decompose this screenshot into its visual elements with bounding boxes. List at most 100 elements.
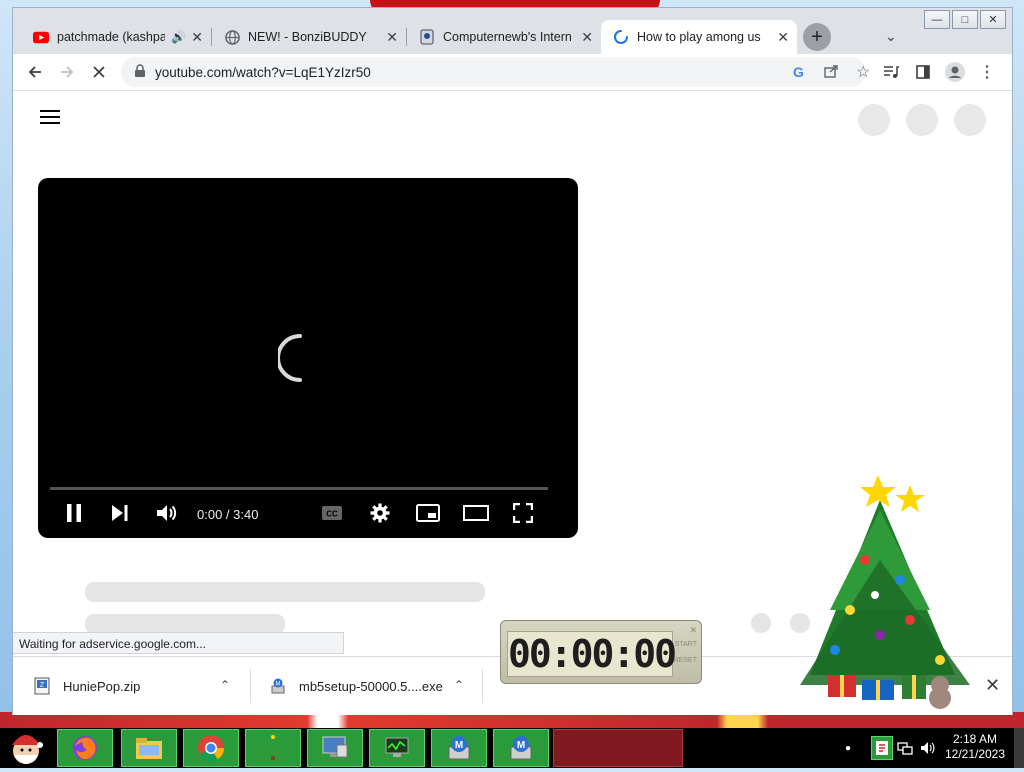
google-lens-icon[interactable]: G bbox=[793, 64, 804, 80]
download-item[interactable]: Z HuniePop.zip ⌃ bbox=[13, 657, 249, 715]
installer-file-icon: M bbox=[269, 677, 287, 695]
miniplayer-button[interactable] bbox=[415, 501, 441, 525]
start-button[interactable] bbox=[4, 729, 48, 767]
system-clock[interactable]: 2:18 AM 12/21/2023 bbox=[940, 732, 1010, 762]
url-text: youtube.com/watch?v=LqE1YzIzr50 bbox=[155, 65, 371, 80]
monitor-icon bbox=[385, 737, 409, 757]
tab-bonzibuddy[interactable]: NEW! - BonziBUDDY! ✕ bbox=[212, 20, 406, 54]
taskbar-file-explorer[interactable] bbox=[121, 729, 177, 767]
video-loading-spinner-icon bbox=[278, 334, 302, 382]
side-panel-icon[interactable] bbox=[911, 60, 935, 84]
settings-gear-icon[interactable] bbox=[368, 501, 392, 525]
taskbar-malwarebytes-setup[interactable]: M bbox=[493, 729, 549, 767]
tab-patchmade[interactable]: patchmade (kashpa 🔊 ✕ bbox=[21, 20, 211, 54]
stop-loading-button[interactable] bbox=[87, 60, 111, 84]
subtitle-skeleton bbox=[85, 614, 285, 634]
taskbar-task-manager[interactable] bbox=[369, 729, 425, 767]
svg-text:M: M bbox=[455, 740, 463, 751]
new-tab-button[interactable]: + bbox=[803, 23, 831, 51]
svg-text:M: M bbox=[517, 740, 525, 751]
tab-close-icon[interactable]: ✕ bbox=[191, 29, 203, 46]
tab-strip: — □ ✕ patchmade (kashpa 🔊 ✕ NEW! - Bonzi… bbox=[13, 8, 1012, 54]
computernewb-icon bbox=[419, 29, 435, 45]
taskbar-remote-desktop[interactable] bbox=[307, 729, 363, 767]
next-video-button[interactable] bbox=[110, 501, 130, 525]
title-skeleton bbox=[85, 582, 485, 602]
folder-icon bbox=[136, 738, 162, 759]
subtitles-button[interactable]: CC bbox=[320, 501, 344, 525]
bookmark-star-icon[interactable]: ☆ bbox=[856, 62, 870, 82]
christmas-tree-gadget bbox=[800, 475, 970, 709]
clock-time: 2:18 AM bbox=[952, 732, 998, 746]
stopwatch-gadget[interactable]: 00:00:00 ✕ START RESET bbox=[500, 620, 702, 684]
tab-title: patchmade (kashpa bbox=[57, 30, 165, 44]
tree-icon bbox=[263, 735, 283, 760]
guide-menu-icon[interactable] bbox=[40, 110, 60, 124]
download-filename: mb5setup-50000.5....exe bbox=[299, 678, 443, 694]
svg-text:CC: CC bbox=[326, 510, 338, 519]
chevron-up-icon[interactable]: ⌃ bbox=[454, 678, 464, 692]
tab-title: How to play among us f bbox=[637, 30, 763, 44]
window-controls: — □ ✕ bbox=[924, 10, 1006, 29]
network-icon[interactable] bbox=[897, 728, 913, 768]
tray-dot-icon[interactable]: ● bbox=[845, 728, 851, 768]
placeholder-circle bbox=[751, 613, 771, 633]
tab-computernewb[interactable]: Computernewb's Interne ✕ bbox=[407, 20, 601, 54]
taskbar-firefox[interactable] bbox=[57, 729, 113, 767]
tab-title: Computernewb's Interne bbox=[443, 30, 571, 44]
video-player[interactable]: 0:00 / 3:40 CC bbox=[38, 178, 578, 538]
status-bubble: Waiting for adservice.google.com... bbox=[13, 632, 344, 654]
tab-how-to-play[interactable]: How to play among us f ✕ bbox=[601, 20, 797, 54]
chevron-up-icon[interactable]: ⌃ bbox=[220, 678, 230, 692]
browser-toolbar: youtube.com/watch?v=LqE1YzIzr50 G ☆ ⋮ bbox=[13, 54, 1012, 91]
tab-title: NEW! - BonziBUDDY! bbox=[248, 30, 368, 44]
fullscreen-button[interactable] bbox=[511, 501, 535, 525]
tray-security-icon[interactable] bbox=[871, 736, 893, 760]
pause-button[interactable] bbox=[64, 501, 84, 525]
youtube-icon bbox=[33, 29, 49, 45]
computer-icon bbox=[322, 736, 348, 758]
back-button[interactable] bbox=[23, 60, 47, 84]
gadget-close-icon[interactable]: ✕ bbox=[689, 625, 697, 636]
theater-mode-button[interactable] bbox=[463, 501, 489, 525]
loading-spinner-icon bbox=[613, 29, 629, 45]
maximize-button[interactable]: □ bbox=[952, 10, 978, 29]
header-placeholder-circle bbox=[906, 104, 938, 136]
taskbar: M M ● 2:18 AM 12/21/2023 bbox=[0, 728, 1024, 768]
malwarebytes-icon: M bbox=[510, 736, 532, 760]
minimize-button[interactable]: — bbox=[924, 10, 950, 29]
show-desktop-button[interactable] bbox=[1014, 728, 1024, 768]
header-placeholder-circle bbox=[954, 104, 986, 136]
download-item[interactable]: M mb5setup-50000.5....exe ⌃ bbox=[249, 657, 481, 715]
video-time: 0:00 / 3:40 bbox=[197, 507, 259, 522]
stopwatch-reset-button[interactable]: RESET bbox=[674, 657, 697, 664]
share-icon[interactable] bbox=[823, 63, 839, 84]
video-progress-bar[interactable] bbox=[50, 487, 548, 490]
kebab-menu-icon[interactable]: ⋮ bbox=[975, 60, 999, 84]
tab-close-icon[interactable]: ✕ bbox=[581, 29, 593, 46]
firefox-icon bbox=[73, 736, 97, 760]
globe-icon bbox=[224, 29, 240, 45]
address-bar[interactable]: youtube.com/watch?v=LqE1YzIzr50 G ☆ bbox=[121, 57, 870, 87]
malwarebytes-icon: M bbox=[448, 736, 470, 760]
lock-icon[interactable] bbox=[134, 64, 146, 83]
media-controls-icon[interactable] bbox=[879, 60, 903, 84]
stopwatch-start-button[interactable]: START bbox=[675, 641, 697, 648]
tab-close-icon[interactable]: ✕ bbox=[386, 29, 398, 46]
close-window-button[interactable]: ✕ bbox=[980, 10, 1006, 29]
svg-text:M: M bbox=[276, 682, 281, 688]
download-filename: HuniePop.zip bbox=[63, 678, 141, 694]
volume-tray-icon[interactable] bbox=[920, 728, 936, 768]
taskbar-christmas-tree[interactable] bbox=[245, 729, 301, 767]
taskbar-chrome[interactable] bbox=[183, 729, 239, 767]
audio-playing-icon[interactable]: 🔊 bbox=[171, 30, 186, 44]
tab-search-chevron-icon[interactable]: ⌄ bbox=[885, 28, 897, 45]
taskbar-empty-slot[interactable] bbox=[553, 729, 683, 767]
forward-button[interactable] bbox=[55, 60, 79, 84]
taskbar-malwarebytes-installer[interactable]: M bbox=[431, 729, 487, 767]
tab-close-icon[interactable]: ✕ bbox=[777, 29, 789, 46]
svg-text:Z: Z bbox=[40, 682, 45, 689]
chrome-icon bbox=[198, 735, 225, 762]
volume-button[interactable] bbox=[156, 501, 178, 525]
profile-avatar[interactable] bbox=[943, 60, 967, 84]
